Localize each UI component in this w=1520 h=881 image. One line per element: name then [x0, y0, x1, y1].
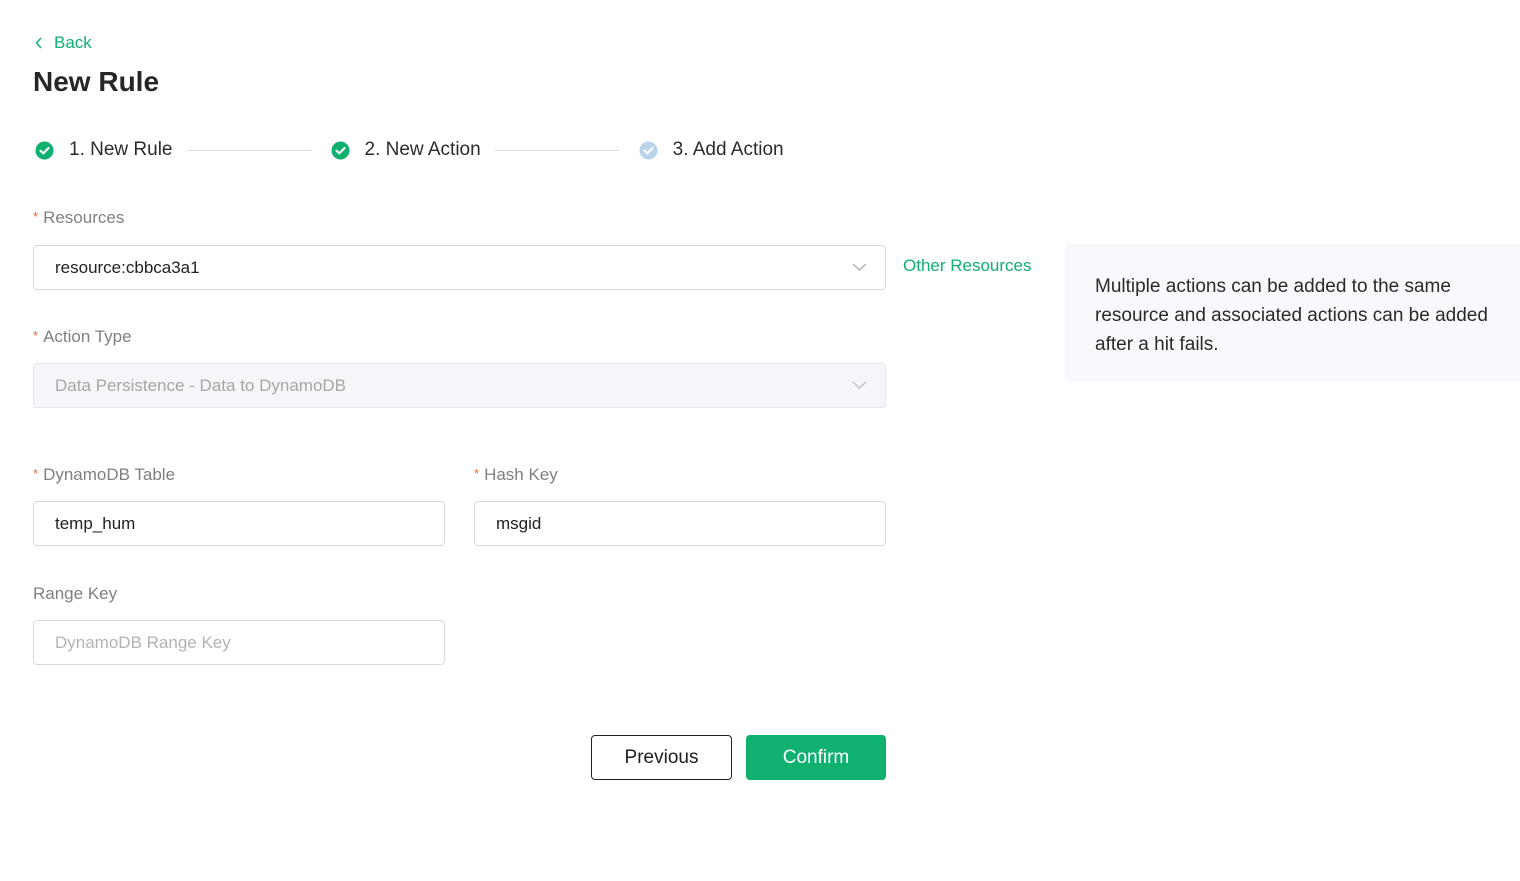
resources-label: * Resources [33, 208, 124, 228]
other-resources-link[interactable]: Other Resources [903, 256, 1032, 276]
hash-key-field[interactable] [474, 501, 886, 546]
hash-key-label: * Hash Key [474, 465, 558, 485]
chevron-down-icon [852, 381, 867, 389]
hash-key-input[interactable] [496, 513, 864, 534]
steps-indicator: 1. New Rule 2. New Action 3. Add Action [35, 137, 784, 163]
range-key-field[interactable] [33, 620, 445, 665]
dynamodb-table-input[interactable] [55, 513, 423, 534]
step-add-action: 3. Add Action [639, 139, 784, 161]
action-type-label: * Action Type [33, 327, 132, 347]
previous-button[interactable]: Previous [591, 735, 732, 780]
back-link[interactable]: Back [34, 33, 92, 53]
dynamodb-table-label-text: DynamoDB Table [43, 465, 176, 484]
step-connector [494, 149, 619, 151]
required-marker: * [33, 328, 39, 343]
step-label: 1. New Rule [69, 139, 173, 160]
chevron-down-icon [852, 263, 867, 271]
step-new-action: 2. New Action [330, 139, 481, 161]
action-type-label-text: Action Type [43, 327, 132, 346]
dynamodb-table-field[interactable] [33, 501, 445, 546]
required-marker: * [474, 466, 480, 481]
step-connector [186, 149, 311, 151]
required-marker: * [33, 466, 39, 481]
step-new-rule: 1. New Rule [35, 139, 173, 161]
step-label: 2. New Action [364, 139, 481, 160]
action-type-select: Data Persistence - Data to DynamoDB [33, 363, 886, 408]
chevron-left-icon [35, 37, 42, 49]
action-type-value: Data Persistence - Data to DynamoDB [55, 375, 347, 395]
confirm-button[interactable]: Confirm [746, 735, 886, 780]
dynamodb-table-label: * DynamoDB Table [33, 465, 175, 485]
check-circle-icon [35, 140, 54, 160]
range-key-input[interactable] [55, 632, 423, 653]
info-tip: Multiple actions can be added to the sam… [1065, 244, 1520, 382]
check-circle-icon [639, 140, 658, 160]
step-label: 3. Add Action [672, 139, 784, 160]
required-marker: * [33, 209, 39, 224]
resources-value: resource:cbbca3a1 [55, 257, 200, 277]
info-tip-text: Multiple actions can be added to the sam… [1095, 276, 1488, 355]
hash-key-label-text: Hash Key [484, 465, 558, 484]
resources-select[interactable]: resource:cbbca3a1 [33, 245, 886, 290]
page-title: New Rule [33, 66, 160, 97]
resources-label-text: Resources [43, 208, 125, 227]
back-label: Back [54, 33, 92, 52]
check-circle-icon [330, 140, 350, 160]
range-key-label: Range Key [33, 584, 118, 603]
